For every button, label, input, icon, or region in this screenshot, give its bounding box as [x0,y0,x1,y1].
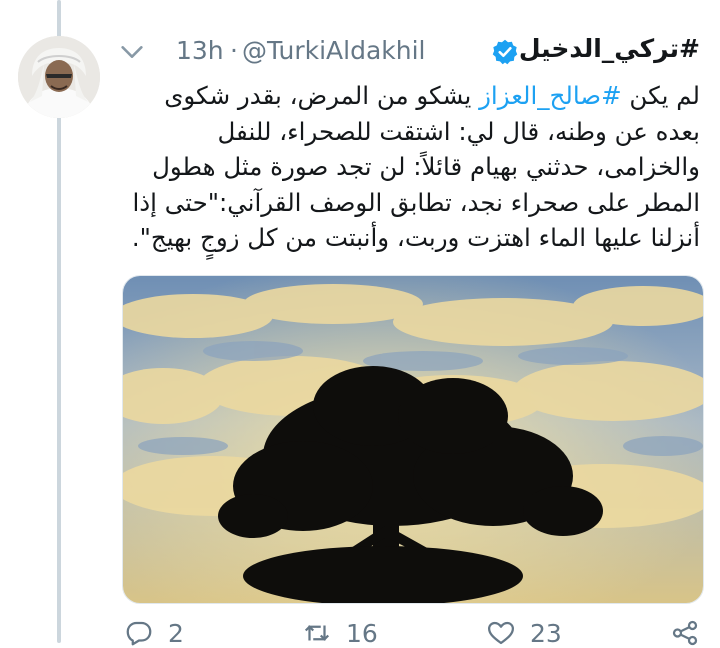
verified-badge-icon [492,39,518,65]
reply-button[interactable]: 2 [124,618,184,648]
reply-icon [126,621,152,646]
tweet-text: لم يكن #صالح_العزاز يشكو من المرض، بقدر … [118,78,700,256]
reply-count: 2 [168,618,184,648]
share-button[interactable] [670,618,700,648]
avatar[interactable] [18,36,100,118]
hashtag-link[interactable]: #صالح_العزاز [479,81,622,110]
retweet-count: 16 [346,618,378,648]
tweet-header: 13h · @TurkiAldakhil #تركي_الدخيل [118,30,700,76]
like-icon [488,621,514,645]
tweet-photo[interactable] [122,275,704,604]
like-count: 23 [530,618,562,648]
tweet-actions: 2 16 23 [118,618,720,648]
user-handle[interactable]: @TurkiAldakhil [242,36,425,65]
retweet-icon [304,625,330,641]
share-icon [672,620,698,646]
retweet-button[interactable]: 16 [302,618,378,648]
like-button[interactable]: 23 [486,618,562,648]
chevron-down-icon[interactable] [118,38,146,66]
meta-separator: · [230,36,238,65]
tweet-text-intro: لم يكن [621,81,700,110]
tweet-time[interactable]: 13h [176,36,224,65]
display-name[interactable]: #تركي_الدخيل [519,34,700,63]
